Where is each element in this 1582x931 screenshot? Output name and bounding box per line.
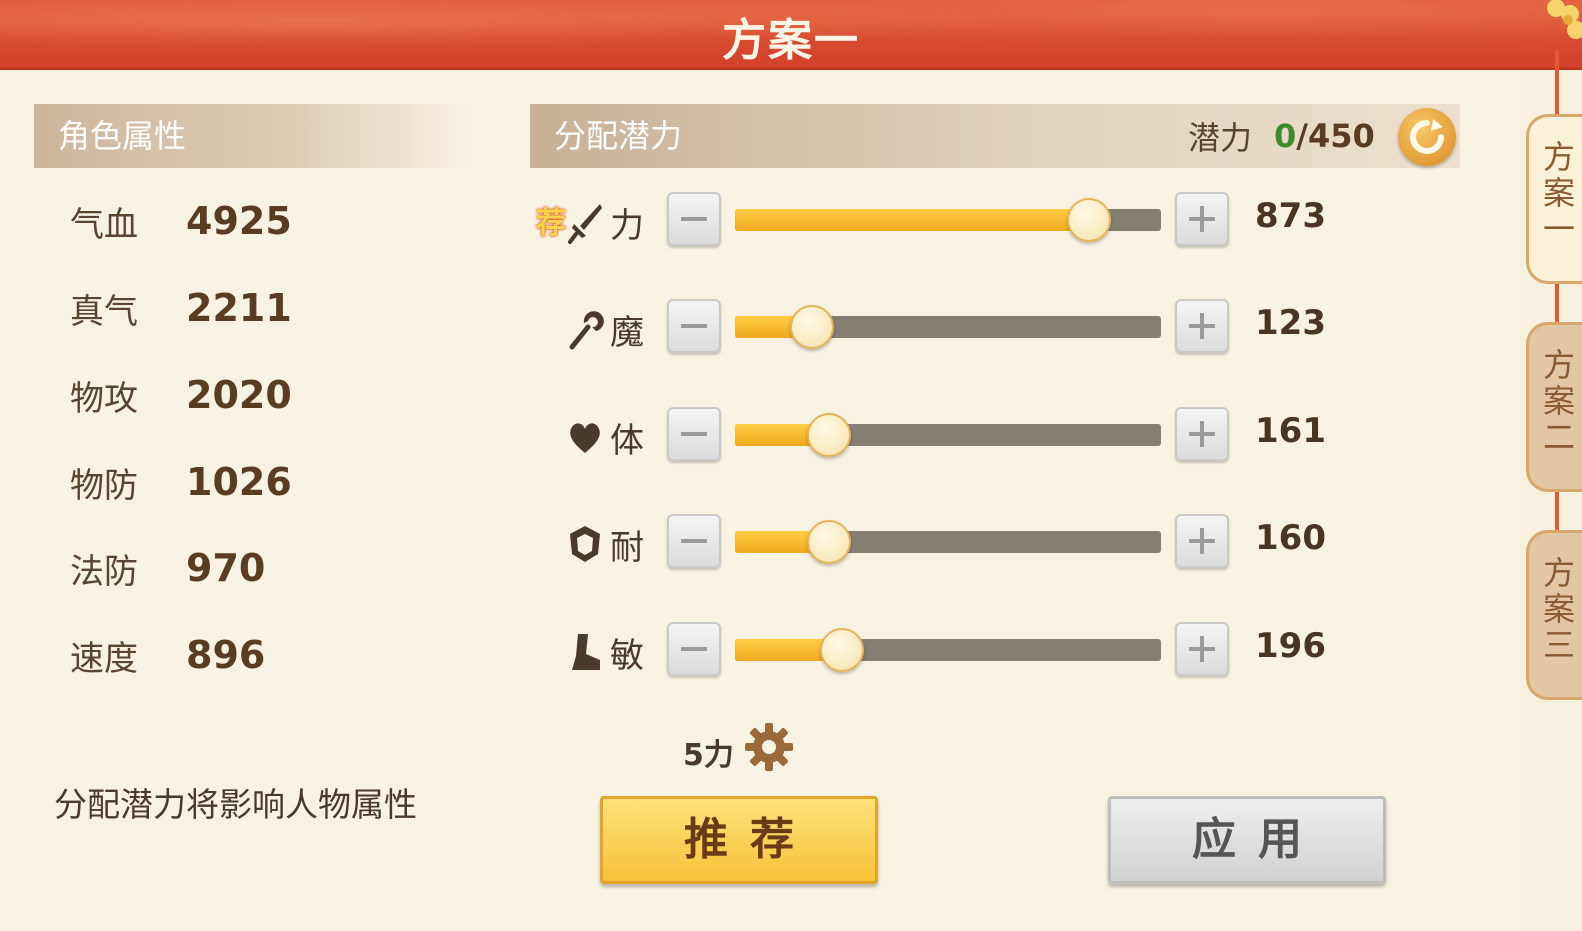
stat-name: 力 (610, 206, 644, 246)
attribute-row: 物防 1026 (70, 457, 292, 507)
boot-icon (572, 634, 600, 670)
attribute-label: 法防 (70, 551, 138, 592)
attribute-label: 气血 (70, 204, 138, 245)
attribute-value: 970 (186, 546, 266, 590)
recommended-tag: 荐 (536, 206, 566, 241)
stat-name: 体 (610, 421, 644, 461)
gear-icon[interactable] (742, 720, 796, 774)
attribute-row: 速度 896 (70, 630, 265, 680)
attribute-value: 4925 (186, 199, 292, 243)
minus-icon (681, 432, 707, 436)
stat-row-constitution: 体 161 (530, 407, 1350, 467)
plus-icon (1189, 636, 1215, 662)
stat-row-endurance: 耐 160 (530, 514, 1350, 574)
constitution-slider[interactable] (735, 413, 1161, 457)
decrease-endurance-button[interactable] (667, 514, 721, 568)
tab-rope (1555, 284, 1559, 324)
apply-button[interactable]: 应用 (1108, 796, 1386, 884)
tab-rope (1555, 492, 1559, 532)
decrease-constitution-button[interactable] (667, 407, 721, 461)
attribute-label: 真气 (70, 291, 138, 332)
agility-slider[interactable] (735, 628, 1161, 672)
slider-knob[interactable] (819, 628, 864, 672)
attribute-value: 2211 (186, 286, 292, 330)
decrease-agility-button[interactable] (667, 622, 721, 676)
attribute-value: 896 (186, 633, 266, 677)
stat-value: 160 (1255, 518, 1326, 558)
recommend-button[interactable]: 推荐 (600, 796, 878, 884)
minus-icon (681, 647, 707, 651)
increase-constitution-button[interactable] (1175, 407, 1229, 461)
attributes-header: 角色属性 (34, 104, 474, 168)
plus-icon (1189, 313, 1215, 339)
plus-icon (1189, 528, 1215, 554)
potential-counter: 潜力 0 /450 (1188, 104, 1375, 168)
reset-button[interactable] (1398, 108, 1456, 166)
page-title: 方案一 (722, 15, 860, 66)
potential-label: 潜力 (1188, 119, 1253, 157)
stat-name: 魔 (610, 313, 644, 353)
refresh-icon (1410, 119, 1444, 154)
magic-slider[interactable] (735, 305, 1161, 349)
slider-knob[interactable] (789, 305, 834, 349)
tab-label: 方案一 (1543, 138, 1576, 248)
preset-label: 5力 (683, 738, 734, 773)
attribute-row: 气血 4925 (70, 196, 292, 246)
attribute-row: 真气 2211 (70, 283, 292, 333)
sword-icon (568, 204, 602, 244)
tab-plan-3[interactable]: 方案三 (1526, 530, 1582, 700)
stat-row-strength: 荐 力 873 (530, 192, 1350, 252)
flower-ornament-icon (1547, 0, 1582, 39)
potential-used: 0 (1274, 117, 1297, 155)
slider-fill (735, 209, 1089, 231)
attribute-label: 物攻 (70, 378, 138, 419)
increase-magic-button[interactable] (1175, 299, 1229, 353)
stat-value: 873 (1255, 196, 1326, 236)
attribute-value: 1026 (186, 460, 292, 504)
tab-plan-2[interactable]: 方案二 (1526, 322, 1582, 492)
allocation-hint: 分配潜力将影响人物属性 (54, 785, 417, 824)
strength-slider[interactable] (735, 198, 1161, 242)
minus-icon (681, 217, 707, 221)
title-bar: 方案一 (0, 0, 1582, 70)
minus-icon (681, 324, 707, 328)
stat-name: 敏 (610, 636, 644, 676)
decrease-magic-button[interactable] (667, 299, 721, 353)
stat-value: 196 (1255, 626, 1326, 666)
slider-knob[interactable] (806, 520, 851, 564)
stat-value: 161 (1255, 411, 1326, 451)
attribute-label: 物防 (70, 465, 138, 506)
stat-name: 耐 (610, 528, 644, 568)
tab-label: 方案二 (1543, 346, 1576, 456)
plus-icon (1189, 421, 1215, 447)
attribute-value: 2020 (186, 373, 292, 417)
stat-row-magic: 魔 123 (530, 299, 1350, 359)
endurance-slider[interactable] (735, 520, 1161, 564)
slider-knob[interactable] (1066, 198, 1111, 242)
plus-icon (1189, 206, 1215, 232)
tab-plan-1[interactable]: 方案一 (1526, 114, 1582, 284)
stat-row-agility: 敏 196 (530, 622, 1350, 682)
potential-total: /450 (1296, 117, 1375, 155)
shield-icon (570, 526, 600, 562)
increase-endurance-button[interactable] (1175, 514, 1229, 568)
decrease-strength-button[interactable] (667, 192, 721, 246)
attribute-label: 速度 (70, 638, 138, 679)
heart-icon (570, 423, 600, 453)
attribute-row: 物攻 2020 (70, 370, 292, 420)
tab-label: 方案三 (1543, 554, 1576, 664)
tab-rope (1555, 50, 1559, 120)
slider-knob[interactable] (806, 413, 851, 457)
staff-icon (569, 311, 604, 350)
increase-strength-button[interactable] (1175, 192, 1229, 246)
stat-value: 123 (1255, 303, 1326, 343)
increase-agility-button[interactable] (1175, 622, 1229, 676)
attribute-row: 法防 970 (70, 543, 265, 593)
minus-icon (681, 539, 707, 543)
